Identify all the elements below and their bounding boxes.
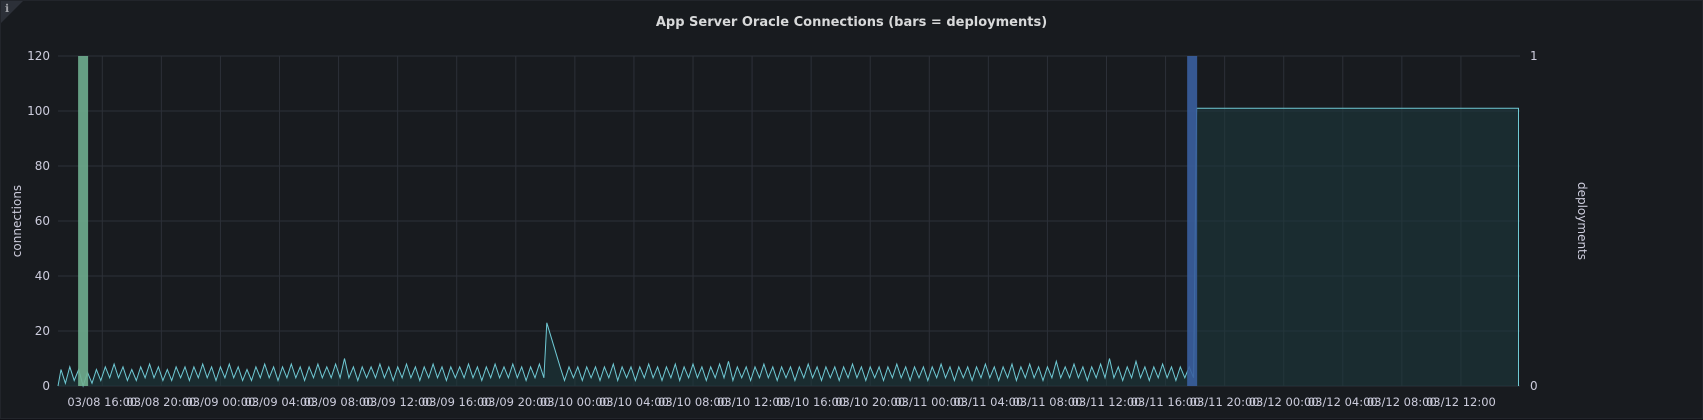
y-tick-label: 80 [35, 159, 50, 173]
y2-tick-label: 0 [1530, 379, 1538, 393]
deployment-bar [1187, 56, 1198, 386]
y-tick-label: 100 [27, 104, 50, 118]
y2-tick-label: 1 [1530, 49, 1538, 63]
y2-axis-label: deployments [1575, 182, 1589, 260]
info-icon[interactable]: ℹ [5, 2, 9, 15]
y-tick-label: 120 [27, 49, 50, 63]
y-tick-label: 20 [35, 324, 50, 338]
x-tick-label: 03/12 12:00 [1426, 395, 1496, 409]
connections-chart: 02040608010012003/08 16:0003/08 20:0003/… [10, 49, 1589, 409]
y-tick-label: 60 [35, 214, 50, 228]
connections-area [58, 108, 1519, 387]
y-axis-label: connections [10, 185, 24, 257]
chart-panel: 0 20 40 60 80 100 120 03/08 16:00 03/08 20:00 03/… [0, 0, 1703, 419]
panel-title: App Server Oracle Connections (bars = de… [655, 15, 1048, 30]
deployment-bar [78, 56, 89, 386]
y-tick-label: 0 [42, 379, 50, 393]
y-tick-label: 40 [35, 269, 50, 283]
